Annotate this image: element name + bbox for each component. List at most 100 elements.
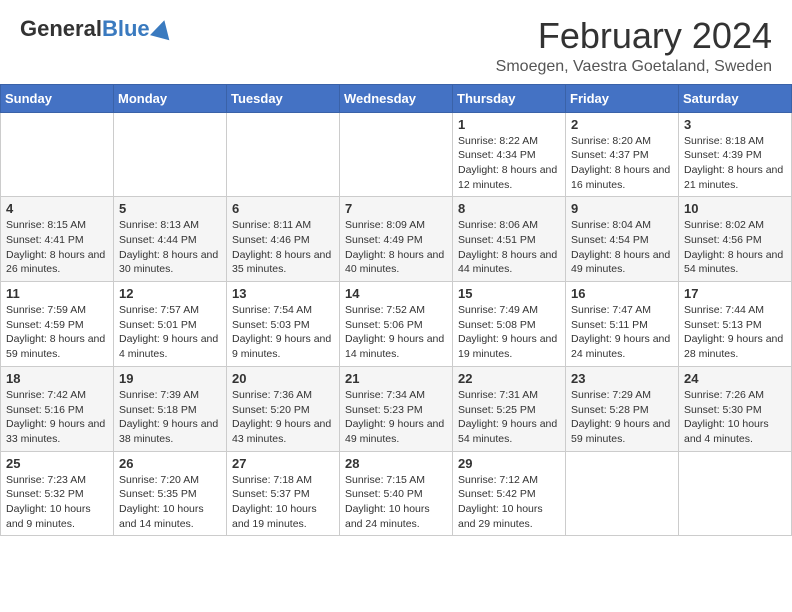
col-header-tuesday: Tuesday [227, 84, 340, 112]
day-number: 12 [119, 286, 221, 301]
day-number: 4 [6, 201, 108, 216]
calendar-cell: 12 Sunrise: 7:57 AM Sunset: 5:01 PM Dayli… [114, 282, 227, 367]
day-number: 6 [232, 201, 334, 216]
calendar-cell [566, 451, 679, 536]
day-number: 7 [345, 201, 447, 216]
day-info: Sunrise: 7:26 AM Sunset: 5:30 PM Dayligh… [684, 388, 786, 447]
day-info: Sunrise: 7:29 AM Sunset: 5:28 PM Dayligh… [571, 388, 673, 447]
calendar-cell: 27 Sunrise: 7:18 AM Sunset: 5:37 PM Dayli… [227, 451, 340, 536]
day-number: 18 [6, 371, 108, 386]
calendar-cell: 8 Sunrise: 8:06 AM Sunset: 4:51 PM Daylig… [453, 197, 566, 282]
calendar-cell: 22 Sunrise: 7:31 AM Sunset: 5:25 PM Dayli… [453, 366, 566, 451]
page-header: General Blue February 2024 Smoegen, Vaes… [0, 0, 792, 84]
day-number: 13 [232, 286, 334, 301]
calendar-cell: 18 Sunrise: 7:42 AM Sunset: 5:16 PM Dayli… [1, 366, 114, 451]
calendar-cell: 26Sunrise: 7:20 AM Sunset: 5:35 PM Dayli… [114, 451, 227, 536]
day-number: 9 [571, 201, 673, 216]
day-info: Sunrise: 7:42 AM Sunset: 5:16 PM Dayligh… [6, 388, 108, 447]
day-number: 2 [571, 117, 673, 132]
day-number: 8 [458, 201, 560, 216]
day-number: 5 [119, 201, 221, 216]
day-info: Sunrise: 7:31 AM Sunset: 5:25 PM Dayligh… [458, 388, 560, 447]
day-info: Sunrise: 8:20 AM Sunset: 4:37 PM Dayligh… [571, 134, 673, 193]
calendar-cell: 28 Sunrise: 7:15 AM Sunset: 5:40 PM Dayli… [340, 451, 453, 536]
day-info: Sunrise: 8:04 AM Sunset: 4:54 PM Dayligh… [571, 218, 673, 277]
day-number: 16 [571, 286, 673, 301]
calendar-cell: 11 Sunrise: 7:59 AM Sunset: 4:59 PM Dayli… [1, 282, 114, 367]
calendar-cell [340, 112, 453, 197]
col-header-wednesday: Wednesday [340, 84, 453, 112]
day-info: Sunrise: 7:34 AM Sunset: 5:23 PM Dayligh… [345, 388, 447, 447]
day-info: Sunrise: 7:23 AM Sunset: 5:32 PM Dayligh… [6, 473, 108, 532]
day-number: 22 [458, 371, 560, 386]
col-header-thursday: Thursday [453, 84, 566, 112]
calendar-week-3: 11 Sunrise: 7:59 AM Sunset: 4:59 PM Dayli… [1, 282, 792, 367]
calendar-cell: 1 Sunrise: 8:22 AM Sunset: 4:34 PM Daylig… [453, 112, 566, 197]
calendar-cell: 20 Sunrise: 7:36 AM Sunset: 5:20 PM Dayli… [227, 366, 340, 451]
calendar-cell: 3 Sunrise: 8:18 AM Sunset: 4:39 PM Daylig… [679, 112, 792, 197]
calendar-cell [1, 112, 114, 197]
calendar-week-1: 1 Sunrise: 8:22 AM Sunset: 4:34 PM Daylig… [1, 112, 792, 197]
calendar-week-5: 25 Sunrise: 7:23 AM Sunset: 5:32 PM Dayli… [1, 451, 792, 536]
day-info: Sunrise: 7:47 AM Sunset: 5:11 PM Dayligh… [571, 303, 673, 362]
day-number: 21 [345, 371, 447, 386]
day-info: Sunrise: 7:20 AM Sunset: 5:35 PM Dayligh… [119, 473, 221, 532]
day-info: Sunrise: 7:49 AM Sunset: 5:08 PM Dayligh… [458, 303, 560, 362]
day-info: Sunrise: 8:11 AM Sunset: 4:46 PM Dayligh… [232, 218, 334, 277]
calendar-cell: 5 Sunrise: 8:13 AM Sunset: 4:44 PM Daylig… [114, 197, 227, 282]
day-number: 23 [571, 371, 673, 386]
calendar-week-2: 4 Sunrise: 8:15 AM Sunset: 4:41 PM Daylig… [1, 197, 792, 282]
logo-triangle-icon [150, 18, 174, 41]
calendar-cell: 21 Sunrise: 7:34 AM Sunset: 5:23 PM Dayli… [340, 366, 453, 451]
day-info: Sunrise: 8:18 AM Sunset: 4:39 PM Dayligh… [684, 134, 786, 193]
day-info: Sunrise: 7:54 AM Sunset: 5:03 PM Dayligh… [232, 303, 334, 362]
day-info: Sunrise: 7:44 AM Sunset: 5:13 PM Dayligh… [684, 303, 786, 362]
day-info: Sunrise: 7:59 AM Sunset: 4:59 PM Dayligh… [6, 303, 108, 362]
day-number: 17 [684, 286, 786, 301]
day-number: 19 [119, 371, 221, 386]
calendar-cell [114, 112, 227, 197]
calendar-table: SundayMondayTuesdayWednesdayThursdayFrid… [0, 84, 792, 537]
day-number: 11 [6, 286, 108, 301]
calendar-cell: 13 Sunrise: 7:54 AM Sunset: 5:03 PM Dayli… [227, 282, 340, 367]
col-header-monday: Monday [114, 84, 227, 112]
col-header-sunday: Sunday [1, 84, 114, 112]
day-number: 28 [345, 456, 447, 471]
day-info: Sunrise: 8:15 AM Sunset: 4:41 PM Dayligh… [6, 218, 108, 277]
day-number: 3 [684, 117, 786, 132]
calendar-cell: 7Sunrise: 8:09 AM Sunset: 4:49 PM Daylig… [340, 197, 453, 282]
day-number: 27 [232, 456, 334, 471]
day-number: 15 [458, 286, 560, 301]
day-number: 20 [232, 371, 334, 386]
calendar-cell: 16 Sunrise: 7:47 AM Sunset: 5:11 PM Dayli… [566, 282, 679, 367]
calendar-cell: 10Sunrise: 8:02 AM Sunset: 4:56 PM Dayli… [679, 197, 792, 282]
logo-general-text: General [20, 16, 102, 42]
day-number: 24 [684, 371, 786, 386]
day-info: Sunrise: 8:06 AM Sunset: 4:51 PM Dayligh… [458, 218, 560, 277]
day-number: 1 [458, 117, 560, 132]
calendar-cell: 19Sunrise: 7:39 AM Sunset: 5:18 PM Dayli… [114, 366, 227, 451]
calendar-cell: 9 Sunrise: 8:04 AM Sunset: 4:54 PM Daylig… [566, 197, 679, 282]
day-info: Sunrise: 7:36 AM Sunset: 5:20 PM Dayligh… [232, 388, 334, 447]
day-info: Sunrise: 7:52 AM Sunset: 5:06 PM Dayligh… [345, 303, 447, 362]
page-title: February 2024 [496, 16, 772, 56]
day-number: 29 [458, 456, 560, 471]
calendar-cell: 14 Sunrise: 7:52 AM Sunset: 5:06 PM Dayli… [340, 282, 453, 367]
day-info: Sunrise: 8:22 AM Sunset: 4:34 PM Dayligh… [458, 134, 560, 193]
day-info: Sunrise: 8:13 AM Sunset: 4:44 PM Dayligh… [119, 218, 221, 277]
calendar-cell: 2 Sunrise: 8:20 AM Sunset: 4:37 PM Daylig… [566, 112, 679, 197]
calendar-cell: 15 Sunrise: 7:49 AM Sunset: 5:08 PM Dayli… [453, 282, 566, 367]
day-number: 25 [6, 456, 108, 471]
day-number: 14 [345, 286, 447, 301]
day-info: Sunrise: 7:18 AM Sunset: 5:37 PM Dayligh… [232, 473, 334, 532]
calendar-cell: 4 Sunrise: 8:15 AM Sunset: 4:41 PM Daylig… [1, 197, 114, 282]
calendar-cell: 6 Sunrise: 8:11 AM Sunset: 4:46 PM Daylig… [227, 197, 340, 282]
logo-blue-text: Blue [102, 16, 150, 42]
logo: General Blue [20, 16, 172, 42]
calendar-cell: 24 Sunrise: 7:26 AM Sunset: 5:30 PM Dayli… [679, 366, 792, 451]
col-header-friday: Friday [566, 84, 679, 112]
day-info: Sunrise: 7:57 AM Sunset: 5:01 PM Dayligh… [119, 303, 221, 362]
day-info: Sunrise: 7:12 AM Sunset: 5:42 PM Dayligh… [458, 473, 560, 532]
day-info: Sunrise: 7:15 AM Sunset: 5:40 PM Dayligh… [345, 473, 447, 532]
page-subtitle: Smoegen, Vaestra Goetaland, Sweden [496, 58, 772, 76]
